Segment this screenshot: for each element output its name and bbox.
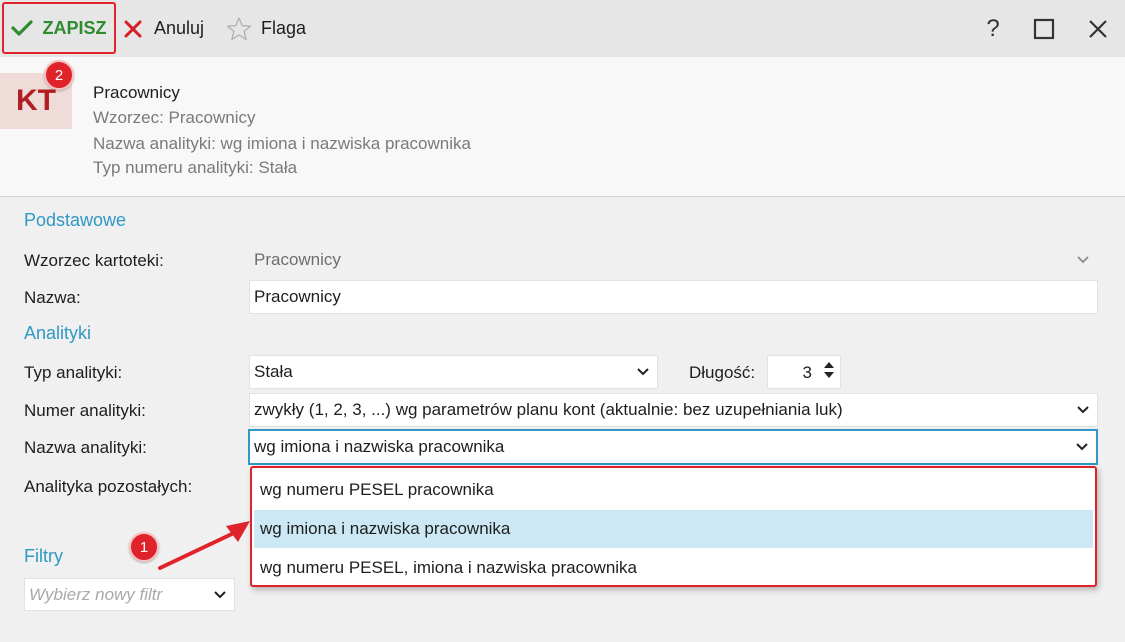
length-label: Długość:: [689, 363, 756, 382]
dropdown-option-selected[interactable]: wg imiona i nazwiska pracownika: [254, 510, 1093, 548]
flag-button[interactable]: Flaga: [226, 0, 306, 57]
record-pattern: Wzorzec: Pracownicy: [93, 108, 256, 127]
step-badge-1: 1: [129, 532, 159, 562]
analytic-name-select[interactable]: wg imiona i nazwiska pracownika: [248, 429, 1098, 465]
checkmark-icon: [11, 20, 34, 36]
close-x-icon: [124, 20, 142, 37]
analytic-name-dropdown: wg numeru PESEL pracownika wg imiona i n…: [250, 466, 1097, 587]
type-label: Typ analityki:: [24, 363, 123, 382]
pattern-label: Wzorzec kartoteki:: [24, 251, 164, 270]
dropdown-option[interactable]: wg numeru PESEL, imiona i nazwiska praco…: [254, 549, 1093, 587]
name-value: Pracownicy: [254, 287, 341, 306]
chevron-down-icon: [214, 590, 226, 598]
section-basic: Podstawowe: [24, 210, 127, 230]
toolbar: ZAPISZ Anuluj Flaga ?: [0, 0, 1125, 57]
record-analytic-name: Nazwa analityki: wg imiona i nazwiska pr…: [93, 134, 471, 153]
flag-label: Flaga: [261, 18, 307, 38]
save-button[interactable]: ZAPISZ: [2, 2, 116, 54]
filter-placeholder: Wybierz nowy filtr: [29, 584, 163, 604]
chevron-down-icon: [1076, 443, 1088, 451]
section-analytics: Analityki: [24, 323, 92, 343]
option-label: wg numeru PESEL pracownika: [260, 480, 494, 499]
option-label: wg numeru PESEL, imiona i nazwiska praco…: [260, 558, 638, 577]
name-input[interactable]: Pracownicy: [249, 280, 1098, 314]
close-window-button[interactable]: [1083, 14, 1113, 44]
stepper-down-icon[interactable]: [824, 372, 834, 379]
filter-select[interactable]: Wybierz nowy filtr: [24, 578, 235, 611]
pattern-select: Pracownicy: [249, 243, 1098, 277]
others-label: Analityka pozostałych:: [24, 477, 193, 496]
maximize-button[interactable]: [1029, 14, 1059, 44]
stepper-up-icon[interactable]: [824, 361, 834, 368]
record-analytic-number-type: Typ numeru analityki: Stała: [93, 158, 298, 177]
number-select[interactable]: zwykły (1, 2, 3, ...) wg parametrów plan…: [249, 393, 1098, 427]
cancel-label: Anuluj: [154, 18, 205, 38]
type-select[interactable]: Stała: [249, 355, 658, 389]
chevron-down-icon: [1077, 256, 1089, 264]
cancel-button[interactable]: Anuluj: [124, 0, 204, 57]
stepper-arrows[interactable]: [824, 361, 834, 379]
chevron-down-icon: [1077, 406, 1089, 414]
pattern-value: Pracownicy: [254, 250, 341, 269]
section-filters: Filtry: [24, 546, 63, 566]
analytic-name-value: wg imiona i nazwiska pracownika: [254, 437, 505, 456]
type-value: Stała: [254, 362, 293, 381]
star-icon: [226, 16, 252, 40]
maximize-icon: [1033, 18, 1055, 40]
close-icon: [1089, 20, 1107, 38]
length-stepper[interactable]: 3: [767, 355, 841, 389]
save-label: ZAPISZ: [42, 17, 107, 38]
number-label: Numer analityki:: [24, 401, 146, 420]
analytic-name-label: Nazwa analityki:: [24, 438, 147, 457]
record-title: Pracownicy: [93, 83, 180, 102]
step-badge-2: 2: [44, 60, 74, 90]
name-label: Nazwa:: [24, 288, 81, 307]
help-button[interactable]: ?: [978, 14, 1008, 44]
number-value: zwykły (1, 2, 3, ...) wg parametrów plan…: [254, 400, 843, 419]
help-icon: ?: [986, 15, 1000, 42]
option-label: wg imiona i nazwiska pracownika: [260, 519, 511, 538]
length-value: 3: [802, 363, 812, 382]
chevron-down-icon: [637, 368, 649, 376]
dropdown-option[interactable]: wg numeru PESEL pracownika: [254, 471, 1093, 509]
